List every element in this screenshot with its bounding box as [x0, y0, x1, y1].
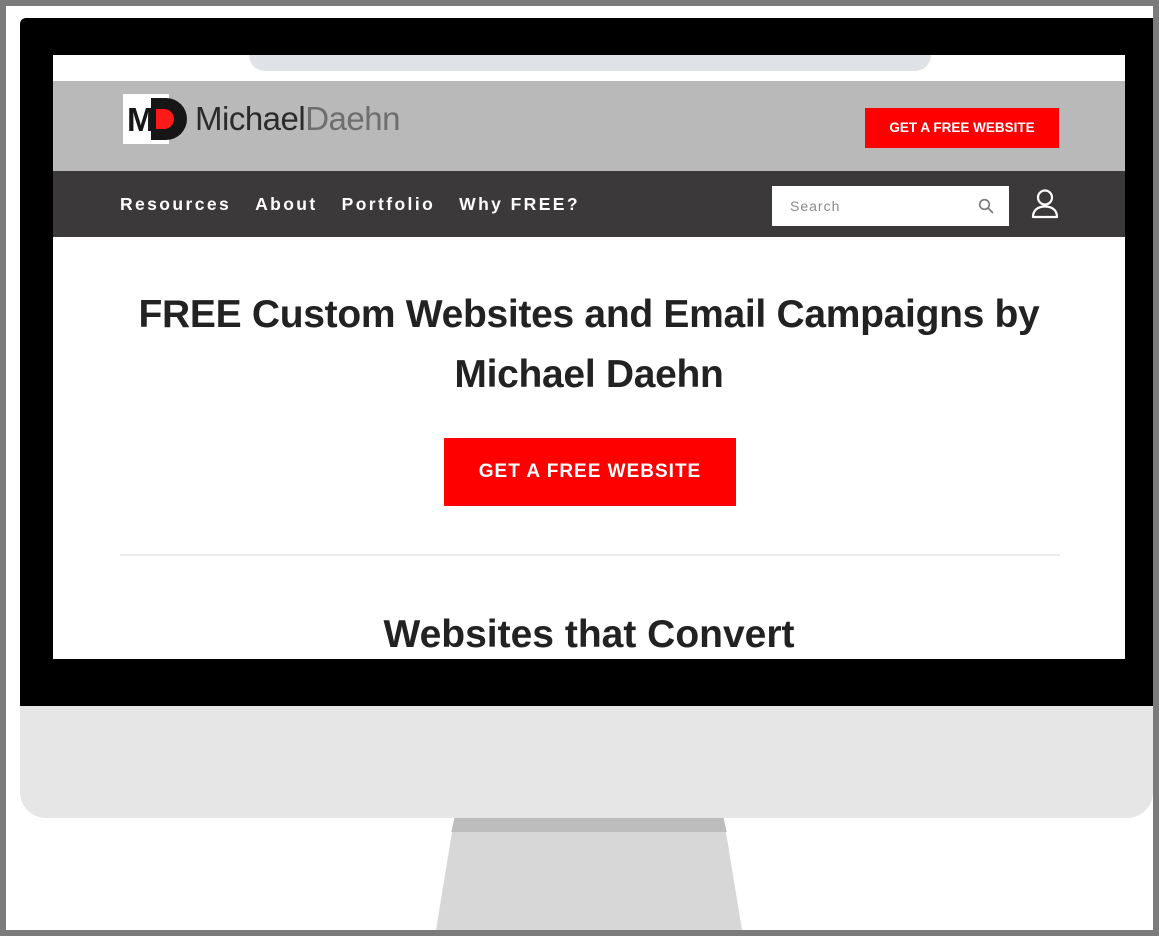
monitor-stand [436, 818, 742, 930]
section-title: Websites that Convert [383, 613, 795, 656]
site-logo[interactable]: M Michael Daehn [123, 93, 400, 145]
logo-mark-m: M [127, 101, 154, 138]
monitor-chin [20, 706, 1153, 818]
hero-section: FREE Custom Websites and Email Campaigns… [53, 237, 1125, 506]
nav-item-why-free[interactable]: Why FREE? [459, 194, 580, 215]
header-get-free-website-button[interactable]: GET A FREE WEBSITE [865, 108, 1059, 148]
main-nav: Resources About Portfolio Why FREE? [53, 171, 1125, 237]
monitor-stand-shadow [451, 818, 727, 832]
hero-title: FREE Custom Websites and Email Campaigns… [53, 285, 1125, 405]
nav-item-resources[interactable]: Resources [120, 194, 231, 215]
monitor-screen: M Michael Daehn GET A FREE WEBSITE Resour… [53, 55, 1125, 659]
nav-item-about[interactable]: About [255, 194, 318, 215]
logo-last-name: Daehn [305, 100, 400, 137]
search-icon[interactable] [978, 198, 994, 214]
hero-title-text: FREE Custom Websites and Email Campaigns… [138, 293, 1040, 396]
browser-top-strip [53, 55, 1125, 81]
nav-links: Resources About Portfolio Why FREE? [120, 171, 604, 237]
logo-first-name: Michael [195, 100, 306, 137]
logo-mark: M [123, 94, 189, 144]
section-divider [120, 554, 1060, 556]
browser-address-bar [249, 55, 931, 71]
site-header: M Michael Daehn GET A FREE WEBSITE [53, 81, 1125, 171]
search-input[interactable] [772, 186, 972, 226]
monitor-mockup: M Michael Daehn GET A FREE WEBSITE Resour… [6, 6, 1153, 930]
search-box [772, 186, 1009, 226]
nav-item-portfolio[interactable]: Portfolio [342, 194, 436, 215]
user-icon[interactable] [1030, 188, 1060, 220]
hero-get-free-website-button[interactable]: GET A FREE WEBSITE [444, 438, 736, 506]
